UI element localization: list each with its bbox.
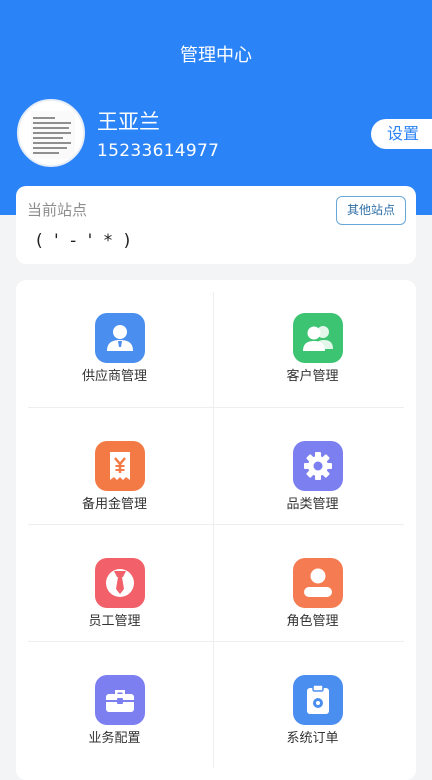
management-menu-grid: 供应商管理 客户管理 备用金管理 品类管理 员工管理 角色管理 业务配置 系统订…	[16, 280, 416, 780]
gear-icon	[293, 441, 343, 491]
role-person-icon	[293, 558, 343, 608]
user-name: 王亚兰	[97, 110, 160, 134]
user-phone: 15233614977	[97, 141, 220, 161]
current-station-card: 当前站点 ( ' - ' * ) 其他站点	[16, 186, 416, 264]
menu-item-business-config[interactable]: 业务配置	[16, 642, 213, 759]
briefcase-icon	[95, 675, 145, 725]
menu-item-supplier-management[interactable]: 供应商管理	[16, 280, 213, 397]
avatar[interactable]	[17, 99, 85, 167]
menu-item-label: 供应商管理	[81, 369, 147, 384]
menu-item-label: 角色管理	[286, 614, 339, 629]
header-banner: 管理中心 王亚兰 15233614977 设置	[0, 0, 432, 215]
menu-item-label: 备用金管理	[81, 497, 147, 512]
menu-item-customer-management[interactable]: 客户管理	[214, 280, 411, 397]
menu-item-label: 系统订单	[286, 731, 339, 746]
station-value: ( ' - ' * )	[36, 231, 134, 251]
order-clipboard-icon	[293, 675, 343, 725]
menu-item-label: 员工管理	[88, 614, 141, 629]
page-title: 管理中心	[180, 45, 252, 66]
menu-item-petty-cash-management[interactable]: 备用金管理	[16, 408, 213, 525]
menu-item-role-management[interactable]: 角色管理	[214, 525, 411, 642]
employee-tie-icon	[95, 558, 145, 608]
menu-item-category-management[interactable]: 品类管理	[214, 408, 411, 525]
supplier-person-icon	[95, 313, 145, 363]
petty-cash-yen-icon	[95, 441, 145, 491]
menu-item-employee-management[interactable]: 员工管理	[16, 525, 213, 642]
station-label: 当前站点	[27, 201, 88, 219]
menu-item-label: 业务配置	[88, 731, 141, 746]
menu-item-label: 品类管理	[286, 497, 339, 512]
menu-item-label: 客户管理	[286, 369, 339, 384]
menu-item-system-orders[interactable]: 系统订单	[214, 642, 411, 759]
settings-button[interactable]: 设置	[371, 119, 432, 149]
customers-icon	[293, 313, 343, 363]
other-stations-button[interactable]: 其他站点	[336, 196, 406, 225]
